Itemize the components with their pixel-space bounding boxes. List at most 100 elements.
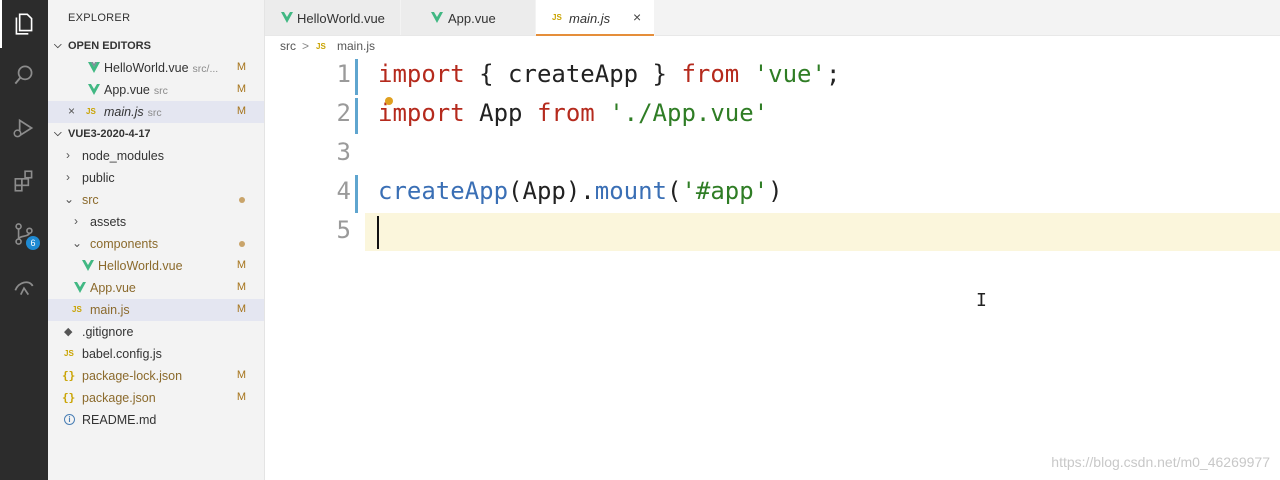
project-header[interactable]: ⌵ VUE3-2020-4-17: [48, 123, 264, 145]
tree-item-app-vue[interactable]: App.vue M: [48, 277, 264, 299]
activity-bar: 6: [0, 0, 48, 480]
line-number: 5: [336, 216, 351, 244]
open-editor-path: src: [147, 107, 162, 119]
open-editor-name: App.vue: [104, 83, 150, 97]
modified-status: M: [236, 391, 246, 403]
code-token: (: [667, 177, 682, 205]
explorer-title: EXPLORER: [68, 12, 131, 24]
tree-item-gitignore[interactable]: ◆ .gitignore: [48, 321, 264, 343]
modified-status: M: [236, 259, 246, 271]
gutter-change-marker: [355, 175, 358, 213]
open-editor-path: src: [153, 85, 168, 97]
chevron-down-icon: ⌄: [72, 236, 83, 250]
line-number: 4: [336, 177, 351, 205]
code-token: createApp: [378, 177, 509, 205]
open-editor-path: src/...: [192, 63, 219, 75]
open-editor-item[interactable]: HelloWorld.vue src/... M: [48, 57, 264, 79]
tree-item-babel-config[interactable]: JS babel.config.js: [48, 343, 264, 365]
modified-status: M: [236, 303, 246, 315]
search-icon[interactable]: [0, 51, 48, 99]
explorer-sidebar: EXPLORER ⌵ OPEN EDITORS HelloWorld.vue sr…: [48, 0, 265, 480]
tree-item-helloworld[interactable]: HelloWorld.vue M: [48, 255, 264, 277]
vue-icon: [82, 260, 94, 271]
code-token: App: [464, 99, 537, 127]
code-token: from: [681, 60, 740, 88]
source-control-badge: 6: [26, 236, 40, 250]
tree-item-main-js[interactable]: JS main.js M: [48, 299, 264, 321]
code-line: createApp(App).mount('#app'): [378, 177, 783, 205]
close-icon[interactable]: ×: [633, 9, 641, 25]
tree-item-src[interactable]: ⌄ src: [48, 189, 264, 211]
mouse-ibeam-cursor: I: [976, 290, 987, 311]
code-token: './App.vue': [609, 99, 769, 127]
code-editor[interactable]: 1 2 3 4 5 import { createApp } from 'vue…: [265, 56, 1280, 480]
open-editor-name: HelloWorld.vue: [104, 61, 189, 75]
remote-icon[interactable]: [0, 262, 48, 310]
tab-app-vue[interactable]: App.vue: [401, 0, 536, 35]
tree-item-package-json[interactable]: {} package.json M: [48, 387, 264, 409]
chevron-right-icon: ›: [66, 148, 70, 162]
breadcrumb-file[interactable]: main.js: [337, 39, 375, 53]
current-line-highlight: [365, 213, 1280, 251]
code-token: mount: [594, 177, 667, 205]
code-token: 'vue': [753, 60, 826, 88]
watermark: https://blog.csdn.net/m0_46269977: [1051, 454, 1270, 470]
tree-item-assets[interactable]: › assets: [48, 211, 264, 233]
text-cursor: [377, 216, 379, 249]
line-number: 2: [336, 99, 351, 127]
js-icon: JS: [552, 13, 562, 22]
tree-item-readme[interactable]: i README.md: [48, 409, 264, 431]
vue-icon: [431, 12, 443, 23]
breadcrumb-folder[interactable]: src: [280, 39, 296, 53]
code-token: from: [536, 99, 595, 127]
js-icon: JS: [72, 305, 82, 314]
modified-status: M: [236, 105, 246, 117]
vue-icon: [88, 62, 100, 73]
code-line: import { createApp } from 'vue';: [378, 60, 840, 88]
chevron-right-icon: ›: [74, 214, 78, 228]
modified-status: M: [236, 369, 246, 381]
code-token: import: [378, 60, 465, 88]
chevron-down-icon: ⌵: [54, 128, 62, 139]
vue-icon: [74, 282, 86, 293]
modified-status: M: [236, 281, 246, 293]
tree-item-package-lock[interactable]: {} package-lock.json M: [48, 365, 264, 387]
chevron-down-icon: ⌵: [54, 40, 62, 51]
editor-tab-bar: HelloWorld.vue App.vue JS main.js ×: [265, 0, 1280, 36]
extensions-icon[interactable]: [0, 157, 48, 205]
line-number: 3: [336, 138, 351, 166]
tree-item-node-modules[interactable]: › node_modules: [48, 145, 264, 167]
tab-helloworld-vue[interactable]: HelloWorld.vue: [265, 0, 401, 35]
open-editor-item-active[interactable]: × JS main.js src M: [48, 101, 264, 123]
source-control-icon[interactable]: 6: [0, 210, 48, 258]
tab-main-js[interactable]: JS main.js ×: [536, 0, 655, 36]
git-icon: ◆: [64, 326, 73, 338]
info-icon: i: [64, 414, 75, 425]
open-editor-name: main.js: [104, 105, 144, 119]
chevron-right-icon: ›: [66, 170, 70, 184]
open-editors-header[interactable]: ⌵ OPEN EDITORS: [48, 35, 264, 57]
run-debug-icon[interactable]: [0, 104, 48, 152]
js-icon: JS: [316, 42, 326, 51]
close-icon[interactable]: ×: [68, 104, 75, 118]
chevron-down-icon: ⌄: [64, 192, 75, 206]
tree-item-components[interactable]: ⌄ components: [48, 233, 264, 255]
files-icon[interactable]: [0, 0, 48, 48]
gutter-change-marker: [355, 98, 358, 134]
code-line: import App from './App.vue': [378, 99, 768, 127]
code-token: { createApp }: [464, 60, 682, 88]
json-icon: {}: [62, 369, 76, 382]
tree-item-public[interactable]: › public: [48, 167, 264, 189]
lightbulb-icon[interactable]: [385, 97, 393, 105]
json-icon: {}: [62, 391, 76, 404]
code-token: ): [768, 177, 783, 205]
open-editor-item[interactable]: App.vue src M: [48, 79, 264, 101]
breadcrumb-separator: >: [302, 39, 310, 53]
code-token: '#app': [681, 177, 769, 205]
modified-dot: [239, 241, 245, 247]
vue-icon: [281, 12, 293, 23]
code-token: ;: [825, 60, 841, 88]
js-icon: JS: [64, 349, 74, 358]
